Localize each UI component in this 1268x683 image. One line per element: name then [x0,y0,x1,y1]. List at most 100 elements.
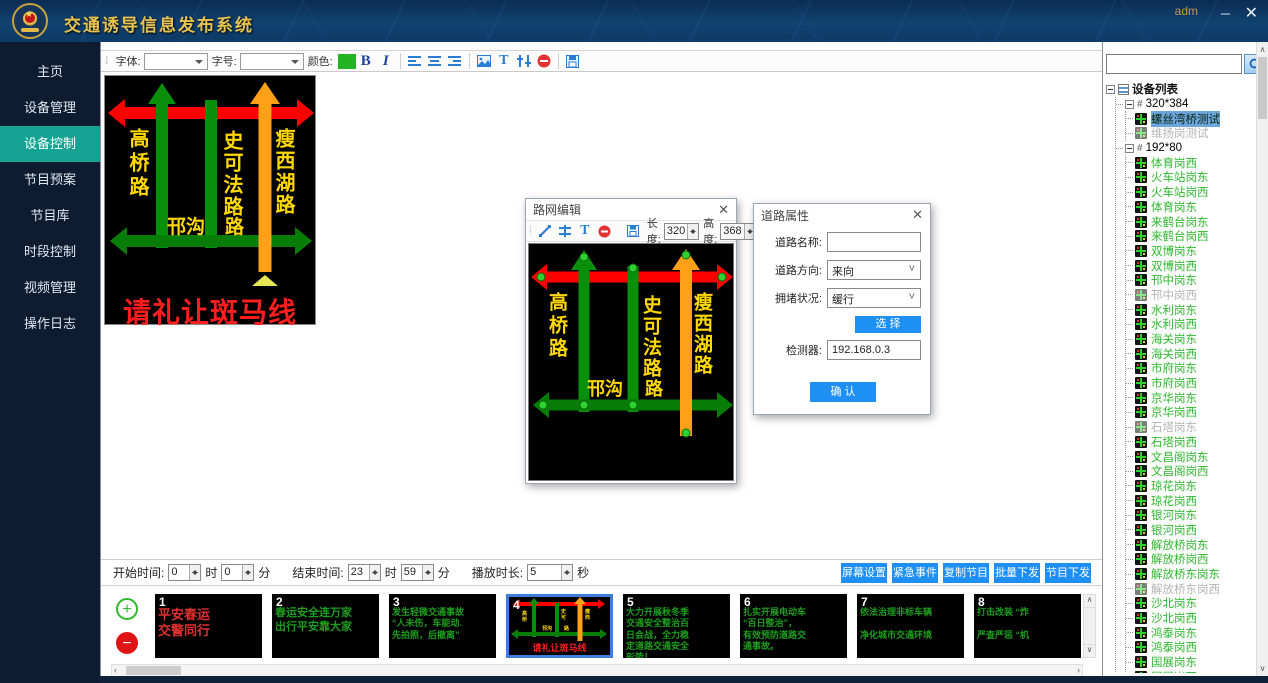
device-item[interactable]: 银河岗西 [1126,523,1254,538]
device-item[interactable]: 京华岗东 [1126,390,1254,405]
road-name-input[interactable] [827,232,921,252]
device-item[interactable]: 沙北岗西 [1126,611,1254,626]
congestion-select[interactable]: 缓行 [827,288,921,308]
device-item[interactable]: 国展岗东 [1126,655,1254,670]
scroll-up-icon[interactable]: ∧ [1257,43,1268,56]
end-hour-spinner[interactable]: 23 [348,564,381,581]
align-right-icon[interactable] [446,52,464,70]
minimize-icon[interactable]: ─ [1221,6,1230,21]
road-editor-close-icon[interactable]: ✕ [718,202,729,218]
device-item[interactable]: 石塔岗东 [1126,420,1254,435]
device-item[interactable]: 文昌阁岗东 [1126,449,1254,464]
scrollbar-thumb[interactable] [1258,57,1267,119]
program-thumbnail-4[interactable]: 4 高桥 史可 瘦西 邗沟路 请礼让斑马线 [506,594,613,658]
thumbnail-vertical-scrollbar[interactable]: ∧ ∨ [1083,594,1096,658]
scroll-right-icon[interactable]: › [1077,665,1080,676]
road-direction-select[interactable]: 来向 [827,260,921,280]
device-item[interactable]: 来鹤台岗东 [1126,214,1254,229]
spin-down[interactable] [562,573,572,581]
device-item[interactable]: 文昌阁岗西 [1126,464,1254,479]
sidebar-item-4[interactable]: 节目预案 [0,162,100,198]
device-item[interactable]: 市府岗西 [1126,376,1254,391]
collapse-icon[interactable] [1125,144,1134,153]
text-tool-icon[interactable]: T [576,222,594,240]
device-item[interactable]: 解放桥岗东 [1126,537,1254,552]
device-search-input[interactable] [1106,54,1242,74]
device-item[interactable]: 解放桥东岗东 [1126,567,1254,582]
device-item[interactable]: 鸿泰岗西 [1126,640,1254,655]
device-item[interactable]: 双博岗西 [1126,258,1254,273]
start-hour-spinner[interactable]: 0 [168,564,201,581]
device-item[interactable]: 解放桥岗西 [1126,552,1254,567]
device-item[interactable]: 体育岗西 [1126,155,1254,170]
start-minute-spinner[interactable]: 0 [221,564,254,581]
insert-image-icon[interactable] [475,52,493,70]
sign-preview[interactable]: 高桥路 史可法路 瘦西湖路 邗沟 路 请礼让斑马线 [104,75,316,325]
road-properties-close-icon[interactable]: ✕ [912,207,923,223]
sidebar-item-8[interactable]: 操作日志 [0,306,100,342]
device-item[interactable]: 邗中岗西 [1126,288,1254,303]
detector-input[interactable] [827,340,921,360]
spin-down[interactable] [688,231,698,239]
device-item[interactable]: 石塔岗西 [1126,435,1254,450]
italic-button[interactable]: I [377,52,395,70]
device-item[interactable]: 水利岗东 [1126,302,1254,317]
bold-button[interactable]: B [357,52,375,70]
device-item[interactable]: 火车站岗东 [1126,170,1254,185]
device-item[interactable]: 火车站岗西 [1126,185,1254,200]
sidebar-item-1[interactable]: 主页 [0,54,100,90]
length-spinner[interactable]: 320 [664,223,699,240]
action-button-3[interactable]: 复制节目 [943,563,989,583]
device-item[interactable]: 解放桥东岗西 [1126,581,1254,596]
device-item[interactable]: 海关岗东 [1126,332,1254,347]
device-item[interactable]: 维扬岗测试 [1126,126,1254,141]
device-item[interactable]: 国展岗西 [1126,670,1254,674]
scrollbar-thumb[interactable] [126,666,181,675]
road-network-icon[interactable] [515,52,533,70]
delete-icon[interactable] [535,52,553,70]
device-item[interactable]: 市府岗东 [1126,361,1254,376]
device-tree-scrollbar[interactable]: ∧ ∨ [1256,42,1268,676]
device-item[interactable]: 京华岗西 [1126,405,1254,420]
font-size-select[interactable] [240,53,304,70]
draw-line-icon[interactable] [536,222,554,240]
device-item[interactable]: 来鹤台岗西 [1126,229,1254,244]
action-button-5[interactable]: 节目下发 [1045,563,1091,583]
device-item[interactable]: 螺丝湾桥测试 [1126,111,1254,126]
program-thumbnail-8[interactable]: 8打击改装 “炸 严查严惩 “机 [974,594,1081,658]
action-button-2[interactable]: 紧急事件 [892,563,938,583]
device-item[interactable]: 邗中岗东 [1126,273,1254,288]
select-detector-button[interactable]: 选 择 [855,316,921,333]
spin-down[interactable] [243,573,253,581]
program-thumbnail-3[interactable]: 3发生轻微交通事故“人未伤，车能动.先拍照，后撤离” [389,594,496,658]
spin-down[interactable] [370,573,380,581]
save-icon[interactable] [564,52,582,70]
program-thumbnail-7[interactable]: 7依法治理非标车辆 净化城市交通环境 [857,594,964,658]
device-item[interactable]: 鸿泰岗东 [1126,625,1254,640]
device-item[interactable]: 琼花岗西 [1126,493,1254,508]
device-item[interactable]: 双博岗东 [1126,244,1254,259]
collapse-icon[interactable] [1106,85,1115,94]
action-button-4[interactable]: 批量下发 [994,563,1040,583]
spin-down[interactable] [190,573,200,581]
scroll-left-icon[interactable]: ‹ [114,665,117,676]
tree-group-192*80[interactable]: #192*80 [1116,141,1254,156]
align-center-icon[interactable] [426,52,444,70]
device-item[interactable]: 水利岗西 [1126,317,1254,332]
add-program-button[interactable]: + [116,598,138,620]
road-editor-canvas[interactable]: 高桥路 史可法路 瘦西湖路 邗沟 路 [528,243,734,481]
end-minute-spinner[interactable]: 59 [401,564,434,581]
device-item[interactable]: 体育岗东 [1126,200,1254,215]
delete-icon[interactable] [596,222,614,240]
sidebar-item-7[interactable]: 视频管理 [0,270,100,306]
program-thumbnail-5[interactable]: 5大力开展秋冬季交通安全整治百日会战，全力稳定道路交通安全形势！ [623,594,730,658]
text-tool-icon[interactable]: T [495,52,513,70]
sidebar-item-3[interactable]: 设备控制 [0,126,100,162]
tree-root-row[interactable]: 设备列表 [1106,82,1254,97]
tree-group-320*384[interactable]: #320*384 [1116,97,1254,112]
sidebar-item-6[interactable]: 时段控制 [0,234,100,270]
sidebar-item-2[interactable]: 设备管理 [0,90,100,126]
close-icon[interactable]: ✕ [1245,3,1258,23]
spin-down[interactable] [423,573,433,581]
device-item[interactable]: 琼花岗东 [1126,479,1254,494]
